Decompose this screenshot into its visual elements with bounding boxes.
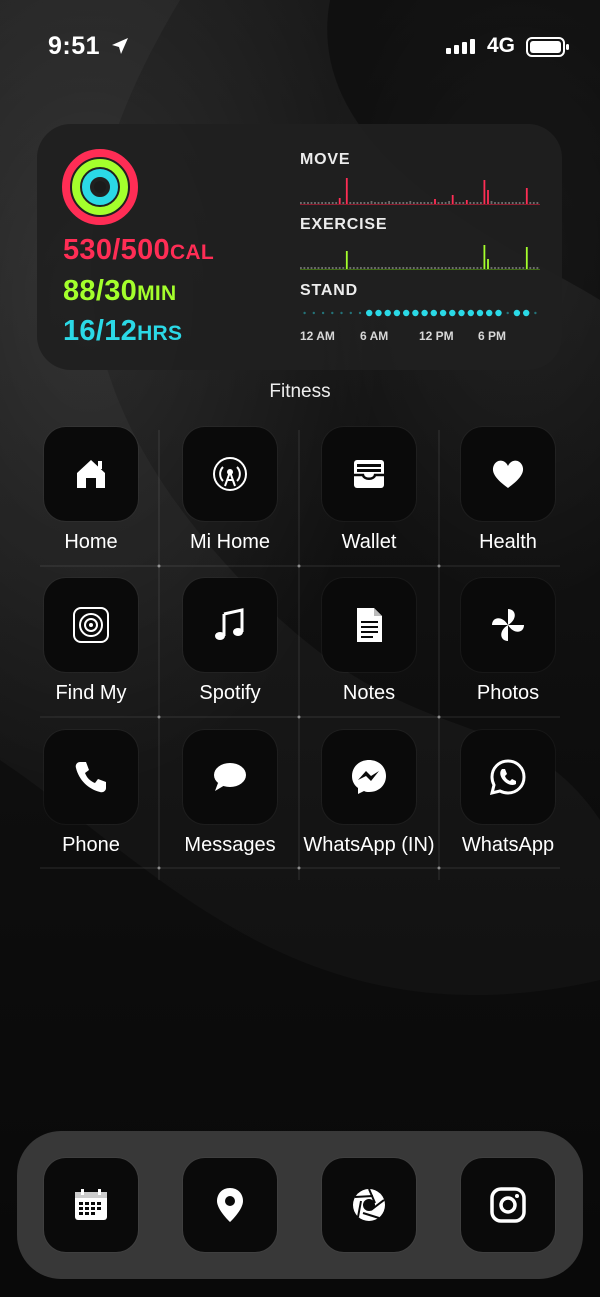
camera-aperture-icon	[353, 1188, 385, 1221]
app-icon-tile[interactable]	[322, 427, 416, 521]
app-icon-tile[interactable]	[183, 578, 277, 672]
document-icon	[357, 608, 382, 642]
antenna-icon	[213, 457, 247, 491]
pinwheel-icon	[492, 609, 524, 641]
messenger-icon	[352, 760, 386, 794]
map-pin-icon	[217, 1188, 243, 1222]
app-icon-tile[interactable]	[461, 730, 555, 824]
app-whatsapp[interactable]: WhatsApp	[438, 730, 578, 857]
app-wallet[interactable]: Wallet	[299, 427, 439, 554]
app-label: Phone	[62, 834, 120, 856]
app-icon-tile[interactable]	[461, 427, 555, 521]
app-icon-tile[interactable]	[44, 578, 138, 672]
wallet-icon	[354, 460, 384, 488]
app-find-my[interactable]: Find My	[21, 578, 161, 705]
dock	[17, 1131, 583, 1279]
music-note-icon	[215, 608, 244, 640]
app-label: Spotify	[199, 682, 261, 704]
app-label: Mi Home	[189, 531, 270, 553]
dock-camera[interactable]	[322, 1158, 416, 1252]
app-notes[interactable]: Notes	[299, 578, 439, 705]
calendar-icon	[75, 1189, 107, 1220]
dock-calendar[interactable]	[44, 1158, 138, 1252]
whatsapp-icon	[489, 759, 526, 796]
app-label: Photos	[476, 682, 540, 704]
app-mi-home[interactable]: Mi Home	[160, 427, 300, 554]
app-home[interactable]: Home	[21, 427, 161, 554]
dock-instagram[interactable]	[461, 1158, 555, 1252]
app-label: Messages	[184, 834, 276, 856]
app-label: Wallet	[341, 531, 397, 553]
app-label: WhatsApp	[461, 834, 555, 856]
app-icon-tile[interactable]	[322, 578, 416, 672]
app-label: Health	[479, 531, 537, 553]
instagram-icon	[490, 1187, 526, 1223]
app-label: WhatsApp (IN)	[303, 834, 435, 856]
heart-icon	[492, 460, 524, 488]
speech-bubble-icon	[214, 763, 246, 791]
app-spotify[interactable]: Spotify	[160, 578, 300, 705]
app-health[interactable]: Health	[438, 427, 578, 554]
app-phone[interactable]: Phone	[21, 730, 161, 857]
app-icon-tile[interactable]	[44, 427, 138, 521]
dock-maps[interactable]	[183, 1158, 277, 1252]
house-icon	[77, 460, 105, 488]
app-icon-tile[interactable]	[461, 578, 555, 672]
app-icon-tile[interactable]	[322, 730, 416, 824]
app-icon-tile[interactable]	[183, 730, 277, 824]
app-icon-tile[interactable]	[183, 427, 277, 521]
phone-icon	[75, 762, 106, 793]
app-label: Notes	[342, 682, 396, 704]
app-photos[interactable]: Photos	[438, 578, 578, 705]
radar-icon	[73, 607, 109, 643]
app-label: Find My	[55, 682, 127, 704]
app-icon-tile[interactable]	[44, 730, 138, 824]
app-whatsapp-in[interactable]: WhatsApp (IN)	[299, 730, 439, 857]
app-label: Home	[64, 531, 118, 553]
app-messages[interactable]: Messages	[160, 730, 300, 857]
